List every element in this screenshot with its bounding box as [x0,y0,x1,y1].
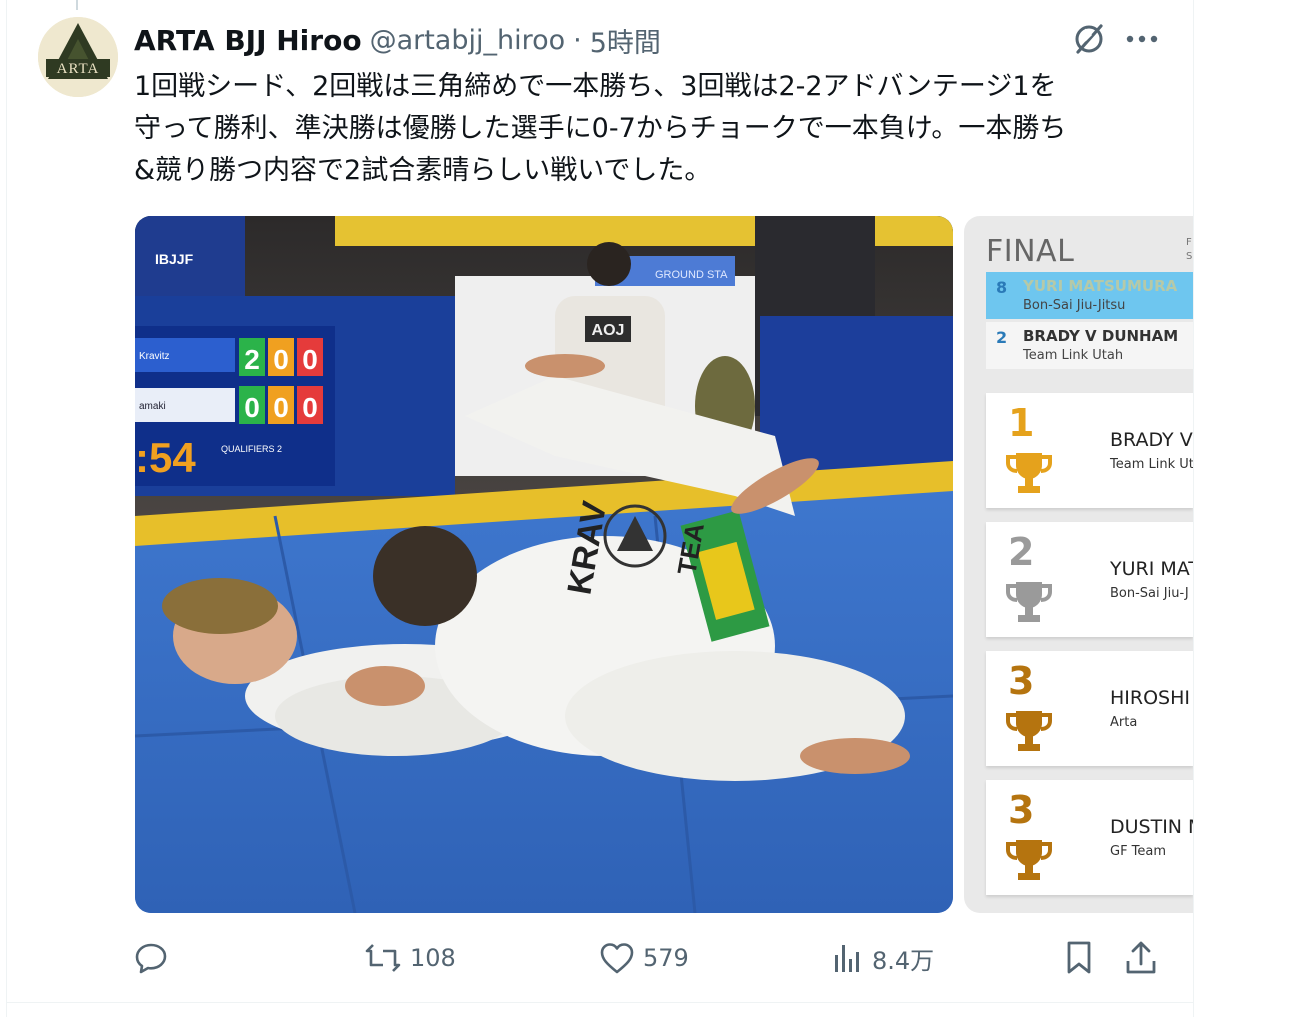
score-bottom-2: 0 [273,392,289,423]
podium-name: BRADY V [1110,429,1193,451]
podium-place: 3 [1008,788,1035,832]
separator-dot: · [573,24,582,56]
score-bottom-3: 0 [302,392,318,423]
match-row-winner: 8 YURI MATSUMURA Bon-Sai Jiu-Jitsu [986,272,1193,319]
timeline-right-border [1193,0,1194,1017]
score-bottom-1: 0 [244,392,260,423]
tweet-photo-bracket[interactable]: FINAL F S 8 YURI MATSUMURA Bon-Sai Jiu-J… [964,216,1193,913]
more-options-button[interactable] [1122,20,1162,58]
tweet-actions: 108 579 8.4万 [134,935,1164,981]
fighter-name: BRADY V DUNHAM [1023,327,1179,345]
timeline-left-border [6,0,7,1017]
scoreboard-label: QUALIFIERS 2 [221,444,282,454]
share-icon [1126,941,1156,974]
scoreboard-name-bottom: amaki [139,401,166,412]
seed-number: 8 [996,278,1008,297]
reply-button[interactable] [134,935,176,981]
timestamp[interactable]: 5時間 [590,21,661,60]
retweet-count: 108 [410,944,456,972]
podium-card-2: 2 YURI MAT Bon-Sai Jiu-J [986,522,1193,637]
bracket-corner-line-1: F [1186,237,1192,248]
podium-place: 1 [1008,401,1035,445]
podium-place: 2 [1008,530,1035,574]
score-top-2: 0 [273,344,289,375]
tweet-divider [6,1002,1193,1003]
grok-icon [1075,24,1103,54]
trophy-icon [1006,453,1052,493]
podium-place: 3 [1008,659,1035,703]
retweet-button[interactable]: 108 [364,935,456,981]
avatar-logo-text: ARTA [57,61,100,77]
podium-name: DUSTIN M [1110,816,1193,838]
podium-team: Arta [1110,715,1138,730]
podium-team: Bon-Sai Jiu-J [1110,586,1189,601]
back-patch: AOJ [592,322,625,339]
fighter-team: Team Link Utah [1023,348,1124,363]
bracket-title: FINAL [986,234,1075,269]
scoreboard-clock: :54 [135,434,196,481]
tweet-header: ARTA BJJ Hiroo @artabjj_hiroo · 5時間 [134,21,661,60]
bracket-corner-line-2: S [1186,251,1193,262]
podium-card-3b: 3 DUSTIN M GF Team [986,780,1193,895]
podium-team: GF Team [1110,844,1167,859]
seed-number: 2 [996,328,1008,347]
trophy-icon [1006,711,1052,751]
trophy-icon [1006,582,1052,622]
like-button[interactable]: 579 [599,935,689,981]
views-count: 8.4万 [872,946,935,975]
tweet-photo[interactable]: Kravitz amaki 2 0 0 0 0 0 :54 QUALIFIERS… [135,216,953,913]
like-count: 579 [643,944,689,972]
ibjjf-logo: IBJJF [155,251,194,267]
views-button[interactable]: 8.4万 [832,935,934,981]
bookmark-button[interactable] [1064,935,1094,981]
podium-team: Team Link Ut [1110,457,1193,472]
thread-connector [76,0,78,10]
fighter-team: Bon-Sai Jiu-Jitsu [1023,298,1126,313]
retweet-icon [365,944,401,972]
podium-card-3a: 3 HIROSHI Arta [986,651,1193,766]
more-icon [1126,35,1158,43]
score-top-3: 0 [302,344,318,375]
podium-name: YURI MAT [1110,558,1193,580]
arena-banner: GROUND STA [655,269,728,281]
podium-name: HIROSHI [1110,687,1190,709]
fighter-name: YURI MATSUMURA [1023,277,1178,295]
podium-card-1: 1 BRADY V Team Link Ut [986,393,1193,508]
reply-icon [135,943,167,974]
tweet-text: 1回戦シード、2回戦は三角締めで一本勝ち、3回戦は2-2アドバンテージ1を 守っ… [134,71,1067,186]
grok-button[interactable] [1068,20,1110,58]
share-button[interactable] [1124,935,1158,981]
trophy-icon [1006,840,1052,880]
user-handle[interactable]: @artabjj_hiroo [370,25,566,56]
views-icon [835,945,859,972]
bookmark-icon [1067,941,1091,974]
avatar[interactable]: ARTA [38,17,118,97]
heart-icon [600,943,634,974]
display-name[interactable]: ARTA BJJ Hiroo [134,24,362,57]
match-row-opponent: 2 BRADY V DUNHAM Team Link Utah [986,322,1193,369]
bracket-corner-text: F S [1186,236,1192,264]
scoreboard-name-top: Kravitz [139,351,170,362]
score-top-1: 2 [244,344,260,375]
